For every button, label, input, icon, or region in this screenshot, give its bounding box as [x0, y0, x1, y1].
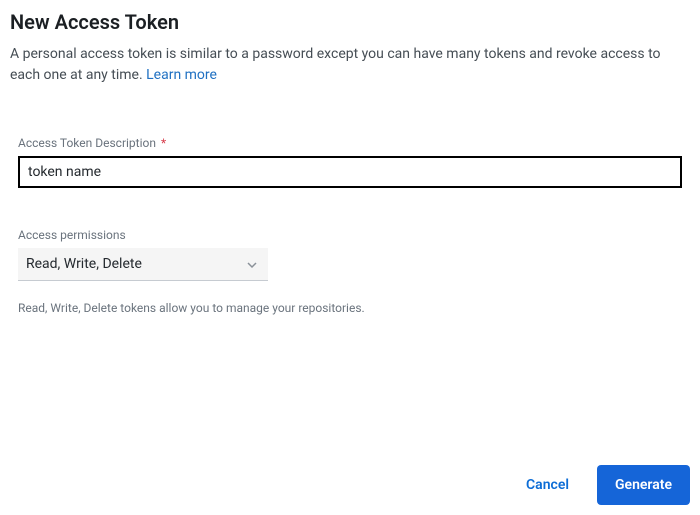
cancel-button[interactable]: Cancel [522, 467, 573, 503]
dialog-body: New Access Token A personal access token… [0, 0, 700, 325]
permissions-section: Access permissions Read, Write, Delete R… [18, 228, 682, 315]
description-label-row: Access Token Description * [18, 136, 682, 150]
permissions-label: Access permissions [18, 228, 682, 242]
dialog-footer: Cancel Generate [522, 465, 690, 505]
permissions-helper-text: Read, Write, Delete tokens allow you to … [18, 301, 682, 315]
permissions-select-wrap: Read, Write, Delete [18, 248, 268, 281]
description-input[interactable] [18, 156, 682, 188]
subtitle-text: A personal access token is similar to a … [10, 46, 661, 83]
permissions-select[interactable]: Read, Write, Delete [18, 248, 268, 281]
learn-more-link[interactable]: Learn more [146, 67, 217, 83]
page-title: New Access Token [10, 10, 690, 34]
required-indicator: * [161, 136, 166, 150]
form-section: Access Token Description * Access permis… [18, 136, 682, 315]
generate-button[interactable]: Generate [597, 465, 690, 505]
page-subtitle: A personal access token is similar to a … [10, 44, 690, 86]
description-label: Access Token Description [18, 136, 156, 150]
